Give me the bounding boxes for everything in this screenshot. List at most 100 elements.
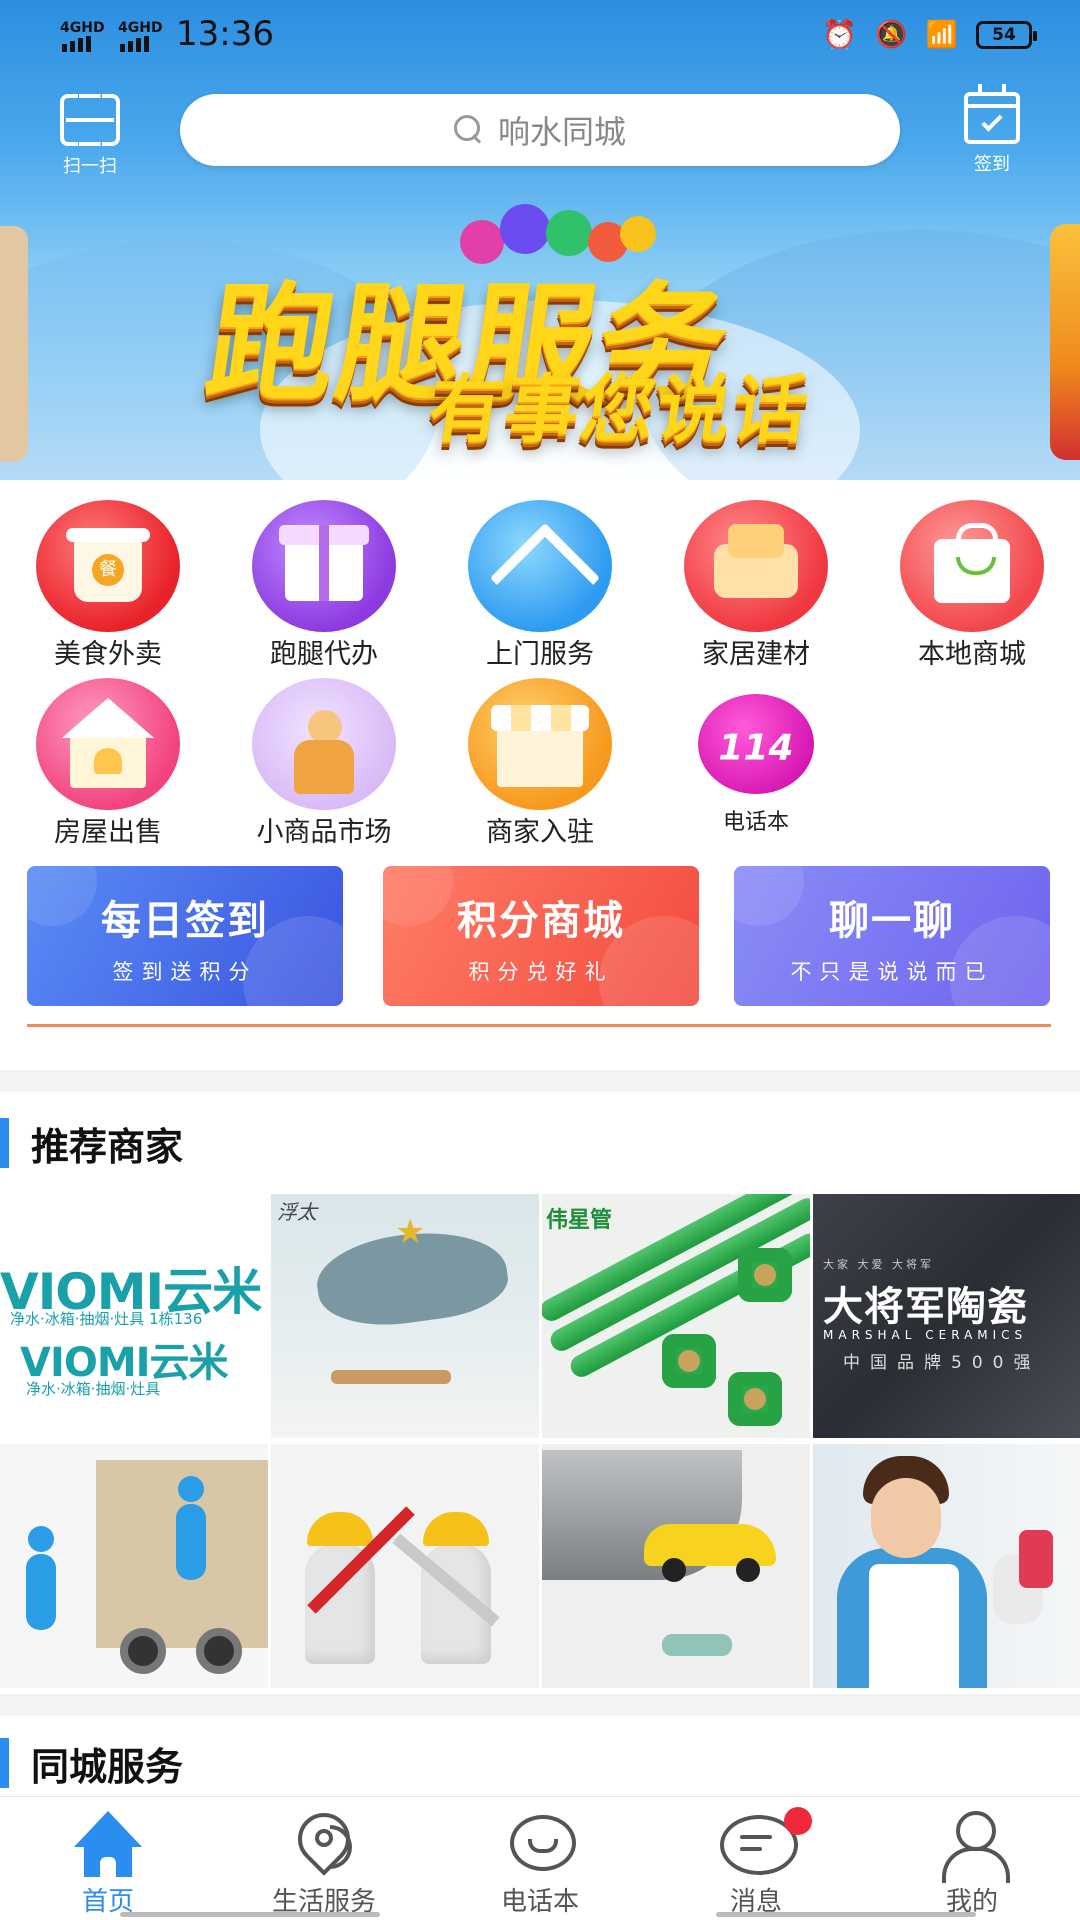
menu-item-local-mall[interactable]: 本地商城 xyxy=(864,500,1080,671)
menu-item-label: 跑腿代办 xyxy=(270,639,378,670)
signal-icon xyxy=(62,36,91,52)
cleaner-face xyxy=(871,1478,941,1558)
pipe-fitting xyxy=(662,1334,716,1388)
merchant-tile-repair[interactable] xyxy=(271,1444,539,1688)
signal-icon xyxy=(120,36,149,52)
kids-table xyxy=(331,1370,451,1384)
mover-figure xyxy=(26,1526,56,1630)
figure-icon xyxy=(252,678,396,810)
divider xyxy=(27,1024,1051,1027)
menu-item-house-sale[interactable]: 房屋出售 xyxy=(0,678,216,849)
home-indicator xyxy=(716,1912,976,1917)
wifi-icon: 📶 xyxy=(925,19,958,50)
alarm-icon: ⏰ xyxy=(822,18,858,51)
points-mall-card[interactable]: 积分商城 积分兑好礼 xyxy=(383,866,699,1006)
section-title: 推荐商家 xyxy=(31,1124,184,1169)
car-image xyxy=(644,1524,776,1582)
daily-checkin-card[interactable]: 每日签到 签到送积分 xyxy=(27,866,343,1006)
menu-item-label: 上门服务 xyxy=(486,639,594,670)
recommended-section-header: 推荐商家 xyxy=(0,1118,184,1169)
merchant-slogan: 大家 大爱 大将军 xyxy=(823,1258,934,1271)
menu-item-phonebook[interactable]: 114 电话本 xyxy=(648,678,864,836)
card-subtitle: 签到送积分 xyxy=(112,960,258,984)
menu-item-errands[interactable]: 跑腿代办 xyxy=(216,500,432,671)
phonebook-114-icon: 114 xyxy=(698,694,814,794)
merchant-tile-ceramics[interactable]: 大家 大爱 大将军 大将军陶瓷 MARSHAL CERAMICS 中国品牌500… xyxy=(813,1194,1080,1438)
sim2-label: 4GHD xyxy=(118,20,163,36)
merchant-tagline: 净水·冰箱·抽烟·灶具 xyxy=(26,1380,161,1398)
card-title: 每日签到 xyxy=(101,898,269,944)
section-accent-bar xyxy=(0,1118,9,1168)
header-hero: 4GHD 4GHD 13:36 ⏰ 🔕 📶 54 扫一扫 响水同城 签到 跑腿服… xyxy=(0,0,1080,480)
shopping-bag-icon xyxy=(900,500,1044,632)
tab-messages[interactable]: 消息 xyxy=(648,1807,864,1918)
merchant-tile-auto[interactable] xyxy=(542,1444,810,1688)
card-title: 聊一聊 xyxy=(829,898,955,944)
tab-phonebook[interactable]: 电话本 xyxy=(432,1809,648,1918)
banner-prev-peek[interactable] xyxy=(0,226,28,462)
battery-icon: 54 xyxy=(976,20,1037,49)
chat-card[interactable]: 聊一聊 不只是说说而已 xyxy=(734,866,1050,1006)
merchant-tile-viomi[interactable]: VIOMI云米 净水·冰箱·抽烟·灶具 1栋136 VIOMI云米 净水·冰箱·… xyxy=(0,1194,268,1438)
menu-item-food-delivery[interactable]: 餐 美食外卖 xyxy=(0,500,216,671)
merchant-tile-pipes[interactable]: 伟星管 xyxy=(542,1194,810,1438)
menu-item-merchant-join[interactable]: 商家入驻 xyxy=(432,678,648,849)
search-placeholder: 响水同城 xyxy=(497,113,626,151)
menu-item-label: 家居建材 xyxy=(702,639,810,670)
checkin-button[interactable]: 签到 xyxy=(956,84,1028,176)
bottom-tab-bar: 首页 生活服务 电话本 消息 我的 xyxy=(0,1796,1080,1920)
page-dot-active xyxy=(570,462,606,467)
scan-button[interactable]: 扫一扫 xyxy=(52,94,128,178)
section-title: 同城服务 xyxy=(31,1744,184,1789)
city-service-section-header: 同城服务 xyxy=(0,1738,184,1789)
banner-slide[interactable]: 跑腿服务 有事您说话 xyxy=(198,200,880,470)
cleaner-apron xyxy=(869,1564,959,1688)
merchant-brand: 大将军陶瓷 xyxy=(823,1284,1028,1330)
merchant-tagline: 中国品牌500强 xyxy=(843,1353,1041,1373)
tab-label: 电话本 xyxy=(500,1887,579,1917)
menu-item-label: 电话本 xyxy=(722,810,789,835)
merchant-tile-moving[interactable] xyxy=(0,1444,268,1688)
helmet-icon xyxy=(423,1512,489,1546)
truck-wheel xyxy=(196,1628,242,1674)
search-input[interactable]: 响水同城 xyxy=(180,94,900,166)
card-subtitle: 积分兑好礼 xyxy=(468,960,614,984)
merchant-tile-cleaning[interactable] xyxy=(813,1444,1080,1688)
page-dot xyxy=(474,462,510,467)
unread-badge xyxy=(784,1807,812,1835)
merchant-tile-furniture[interactable]: 浮太 ★ xyxy=(271,1194,539,1438)
card-title: 积分商城 xyxy=(457,898,625,944)
sim1-label: 4GHD xyxy=(60,20,105,36)
location-pin-icon xyxy=(284,1809,364,1879)
merchant-brand: 浮太 xyxy=(277,1200,317,1224)
house-icon xyxy=(36,678,180,810)
package-box-icon xyxy=(252,500,396,632)
search-icon xyxy=(453,115,484,145)
tab-home[interactable]: 首页 xyxy=(0,1809,216,1918)
tab-life-services[interactable]: 生活服务 xyxy=(216,1809,432,1918)
mute-icon: 🔕 xyxy=(875,19,908,50)
menu-item-label: 本地商城 xyxy=(918,639,1026,670)
banner-subtitle: 有事您说话 xyxy=(423,367,816,453)
card-subtitle: 不只是说说而已 xyxy=(790,960,994,984)
tab-me[interactable]: 我的 xyxy=(864,1809,1080,1918)
banner-pagination xyxy=(474,462,606,467)
menu-item-label: 小商品市场 xyxy=(256,817,392,848)
car-image xyxy=(662,1634,732,1656)
star-icon: ★ xyxy=(395,1212,426,1252)
scan-icon xyxy=(60,94,120,146)
merchant-brand: 伟星管 xyxy=(546,1208,613,1233)
menu-item-home-service[interactable]: 上门服务 xyxy=(432,500,648,671)
checkin-label: 签到 xyxy=(974,154,1010,175)
home-icon xyxy=(68,1809,148,1879)
banner-next-peek[interactable] xyxy=(1050,224,1080,460)
storefront-icon xyxy=(468,678,612,810)
menu-item-home-building[interactable]: 家居建材 xyxy=(648,500,864,671)
menu-item-label: 美食外卖 xyxy=(54,639,162,670)
takeout-cup-icon: 餐 xyxy=(36,500,180,632)
mover-figure xyxy=(176,1476,206,1580)
message-icon xyxy=(716,1807,812,1879)
pipe-fitting xyxy=(738,1248,792,1302)
clock: 13:36 xyxy=(176,14,274,54)
menu-item-small-goods-market[interactable]: 小商品市场 xyxy=(216,678,432,849)
